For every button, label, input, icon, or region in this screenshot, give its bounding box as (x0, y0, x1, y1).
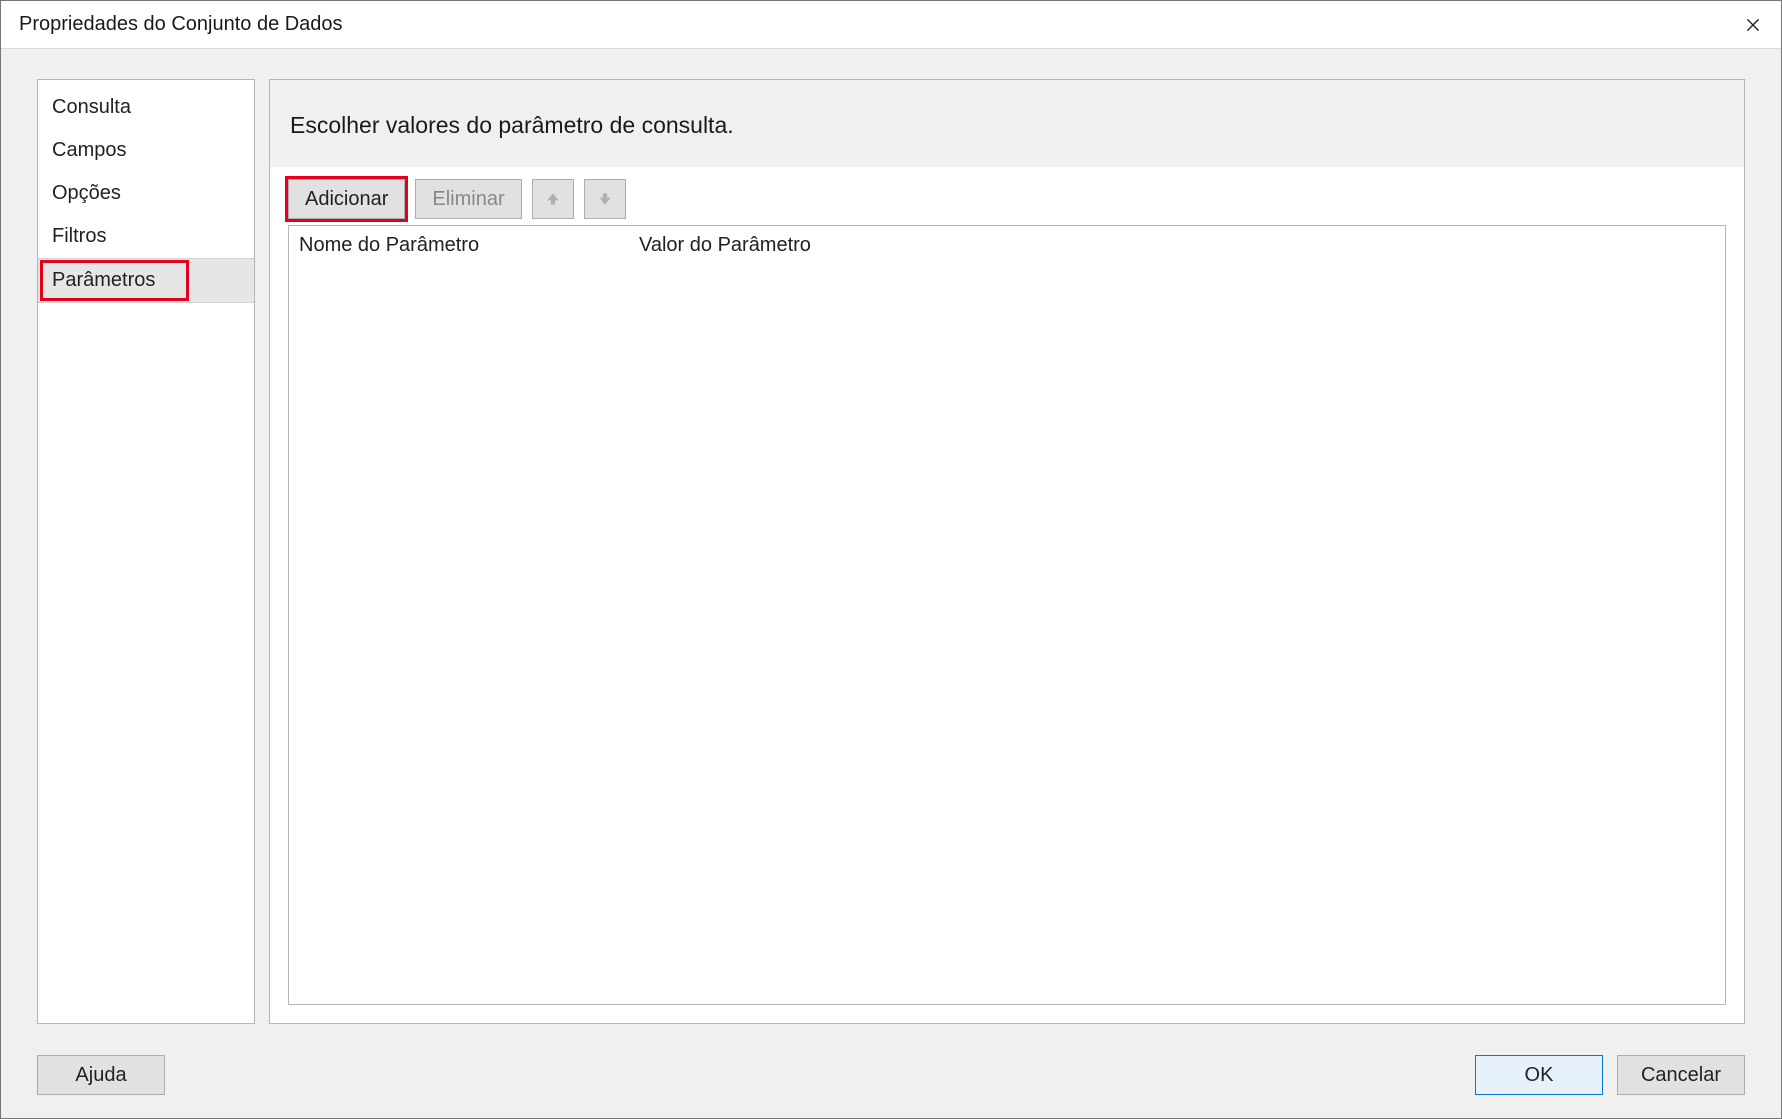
ok-button[interactable]: OK (1475, 1055, 1603, 1095)
move-down-button[interactable] (584, 179, 626, 219)
sidebar-item-campos[interactable]: Campos (38, 129, 254, 172)
window-title: Propriedades do Conjunto de Dados (19, 13, 343, 36)
move-down-icon (598, 192, 612, 206)
dialog-footer: Ajuda OK Cancelar (1, 1048, 1781, 1118)
sidebar-item-filtros[interactable]: Filtros (38, 215, 254, 258)
sidebar-item-parametros[interactable]: Parâmetros (38, 258, 254, 303)
dialog-window: Propriedades do Conjunto de Dados Consul… (0, 0, 1782, 1119)
close-icon (1746, 18, 1760, 32)
main-panel: Escolher valores do parâmetro de consult… (269, 79, 1745, 1024)
panel-heading: Escolher valores do parâmetro de consult… (270, 80, 1744, 167)
sidebar-item-label: Filtros (52, 225, 106, 247)
grid-header-row: Nome do Parâmetro Valor do Parâmetro (289, 226, 1725, 261)
close-button[interactable] (1725, 1, 1781, 49)
titlebar: Propriedades do Conjunto de Dados (1, 1, 1781, 49)
sidebar-item-label: Parâmetros (52, 269, 155, 291)
delete-button-label: Eliminar (432, 188, 504, 211)
sidebar-item-label: Campos (52, 139, 126, 161)
cancel-button[interactable]: Cancelar (1617, 1055, 1745, 1095)
move-up-button[interactable] (532, 179, 574, 219)
toolbar: Adicionar Eliminar (288, 179, 1726, 219)
sidebar-item-label: Consulta (52, 96, 131, 118)
sidebar-item-opcoes[interactable]: Opções (38, 172, 254, 215)
help-button[interactable]: Ajuda (37, 1055, 165, 1095)
sidebar: Consulta Campos Opções Filtros Parâmetro… (37, 79, 255, 1024)
column-header-name[interactable]: Nome do Parâmetro (289, 230, 629, 261)
panel-content: Adicionar Eliminar Nome do Parâ (270, 167, 1744, 1023)
move-up-icon (546, 192, 560, 206)
sidebar-item-label: Opções (52, 182, 121, 204)
dialog-body: Consulta Campos Opções Filtros Parâmetro… (1, 49, 1781, 1048)
column-header-value[interactable]: Valor do Parâmetro (629, 230, 1725, 261)
sidebar-item-consulta[interactable]: Consulta (38, 86, 254, 129)
add-button-label: Adicionar (305, 188, 388, 211)
delete-button[interactable]: Eliminar (415, 179, 521, 219)
parameters-grid[interactable]: Nome do Parâmetro Valor do Parâmetro (288, 225, 1726, 1005)
add-button[interactable]: Adicionar (288, 179, 405, 219)
